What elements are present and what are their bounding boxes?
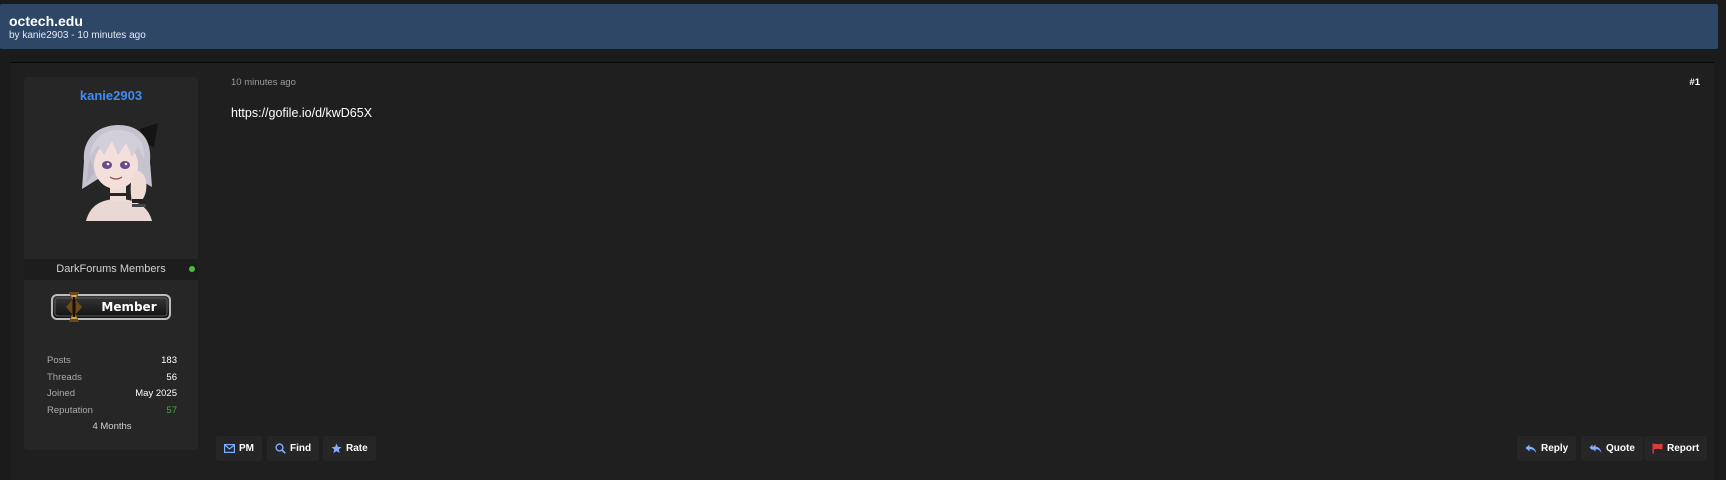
rate-button-label: Rate bbox=[346, 443, 368, 454]
stat-reputation: Reputation 57 bbox=[47, 403, 177, 420]
star-icon bbox=[331, 443, 342, 453]
reply-button[interactable]: Reply bbox=[1517, 436, 1577, 461]
rank-badge: Member bbox=[49, 291, 173, 323]
find-button[interactable]: Find bbox=[267, 436, 320, 461]
report-button[interactable]: Report bbox=[1644, 436, 1708, 461]
stat-threads: Threads 56 bbox=[47, 370, 177, 387]
quote-button[interactable]: Quote bbox=[1581, 436, 1643, 461]
online-status-indicator bbox=[189, 266, 195, 272]
rate-button[interactable]: Rate bbox=[323, 436, 376, 461]
usergroup-name: DarkForums Members bbox=[56, 263, 166, 275]
search-icon bbox=[275, 443, 286, 454]
stat-posts: Posts 183 bbox=[47, 353, 177, 370]
reply-button-label: Reply bbox=[1541, 443, 1569, 454]
find-button-label: Find bbox=[290, 443, 312, 454]
quote-button-label: Quote bbox=[1606, 443, 1635, 454]
thread-header: octech.edu by kanie2903 - 10 minutes ago bbox=[0, 4, 1718, 49]
reply-icon bbox=[1525, 444, 1537, 453]
pm-button-label: PM bbox=[239, 443, 254, 454]
post-content[interactable]: https://gofile.io/d/kwD65X bbox=[231, 106, 372, 120]
usergroup-label: DarkForums Members bbox=[24, 259, 198, 280]
reputation-value[interactable]: 57 bbox=[166, 403, 177, 420]
user-stats: Posts 183 Threads 56 Joined May 2025 Rep… bbox=[47, 353, 177, 435]
post-date: 10 minutes ago bbox=[231, 77, 296, 88]
username-link[interactable]: kanie2903 bbox=[24, 88, 198, 103]
thread-title[interactable]: octech.edu bbox=[9, 13, 1709, 29]
stat-label: Posts bbox=[47, 355, 71, 366]
stat-label: Threads bbox=[47, 371, 82, 383]
stat-value: May 2025 bbox=[135, 388, 177, 399]
stat-label: Joined bbox=[47, 388, 75, 399]
membership-duration: 4 Months bbox=[92, 421, 132, 432]
avatar[interactable] bbox=[68, 121, 168, 221]
stat-value: 56 bbox=[166, 371, 177, 383]
post: kanie2903 DarkForums Members Member Post… bbox=[11, 62, 1714, 480]
post-divider bbox=[11, 62, 1714, 63]
pm-button[interactable]: PM bbox=[216, 436, 262, 461]
rank-label: Member bbox=[101, 300, 157, 314]
stat-joined: Joined May 2025 bbox=[47, 386, 177, 403]
envelope-icon bbox=[224, 444, 235, 453]
post-number-link[interactable]: #1 bbox=[1689, 77, 1700, 88]
thread-subtitle: by kanie2903 - 10 minutes ago bbox=[9, 30, 146, 41]
quote-icon bbox=[1589, 444, 1602, 453]
flag-icon bbox=[1652, 443, 1663, 454]
stat-label: Reputation bbox=[47, 404, 93, 416]
stat-value: 183 bbox=[161, 355, 177, 366]
anime-avatar-icon bbox=[82, 123, 158, 221]
user-panel: kanie2903 DarkForums Members Member Post… bbox=[24, 77, 198, 450]
report-button-label: Report bbox=[1667, 443, 1700, 454]
